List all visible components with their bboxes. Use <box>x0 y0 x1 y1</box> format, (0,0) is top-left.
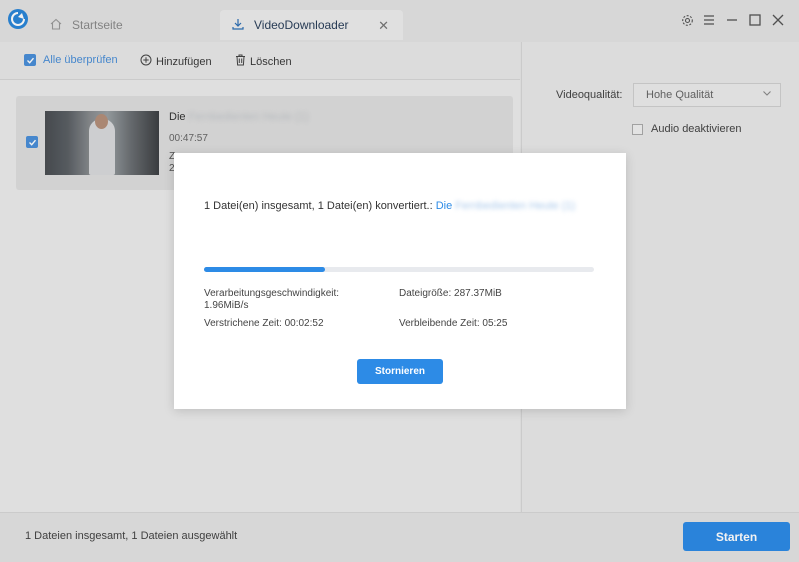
progress-bar <box>204 267 594 272</box>
cancel-button[interactable]: Stornieren <box>357 359 443 384</box>
progress-fill <box>204 267 325 272</box>
conversion-message: 1 Datei(en) insgesamt, 1 Datei(en) konve… <box>204 200 576 212</box>
elapsed-time: Verstrichene Zeit: 00:02:52 <box>204 318 324 329</box>
file-size: Dateigröße: 287.37MiB <box>399 288 502 299</box>
conversion-progress-dialog: 1 Datei(en) insgesamt, 1 Datei(en) konve… <box>174 153 626 409</box>
processing-speed: Verarbeitungsgeschwindigkeit: 1.96MiB/s <box>204 288 340 311</box>
remaining-time: Verbleibende Zeit: 05:25 <box>399 318 508 329</box>
converted-file-name: Die <box>435 200 453 212</box>
converted-file-name-blurred: Fernbedienten Heute (1) <box>455 200 576 212</box>
